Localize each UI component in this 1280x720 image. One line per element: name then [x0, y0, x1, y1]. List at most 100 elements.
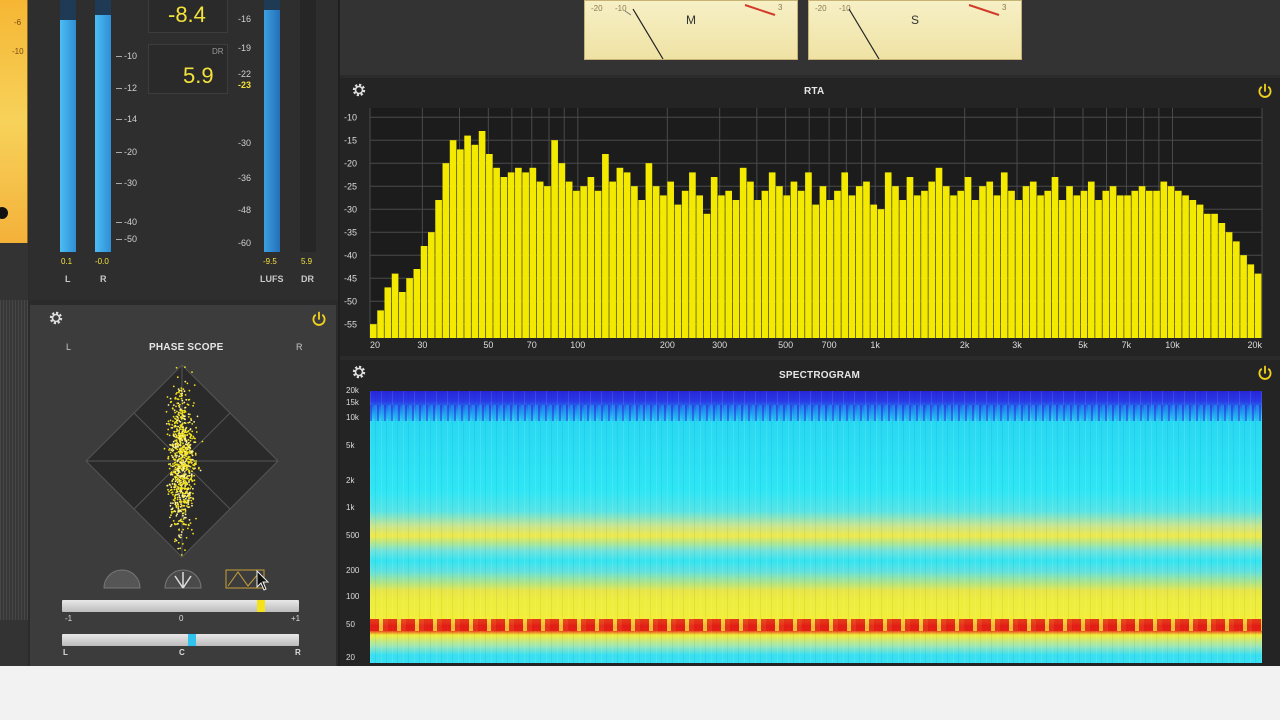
spectrogram-y-tick-label: 10k [346, 413, 359, 422]
scope-dot [192, 468, 195, 470]
rta-bar [370, 324, 377, 338]
scope-dot [188, 389, 191, 392]
scope-dot [184, 449, 186, 451]
rta-y-tick-label: -15 [344, 136, 357, 146]
left-orange-tick: -6 [14, 18, 22, 27]
scope-dot [173, 425, 176, 427]
scope-dot [176, 410, 178, 413]
right-scale-tick: -19 [238, 43, 252, 53]
correlation-scale-label: +1 [291, 614, 301, 623]
scope-dot [184, 460, 187, 463]
rta-bar [638, 200, 645, 338]
scope-dot [184, 513, 187, 516]
scope-dot [183, 444, 185, 447]
rta-y-tick-label: -40 [344, 251, 357, 261]
balance-scale-label: R [295, 648, 301, 657]
scope-dot [187, 503, 190, 506]
scope-dot [176, 452, 178, 454]
scope-dot [165, 410, 168, 413]
scope-dot [185, 483, 188, 486]
scope-dot [178, 406, 181, 408]
rta-bar [667, 181, 674, 338]
scope-dot [168, 434, 171, 437]
scope-dot [176, 402, 179, 405]
scope-dot [187, 461, 190, 464]
scope-dot [180, 397, 183, 400]
rta-bar [515, 167, 522, 338]
left-scale-tick: -50 [124, 234, 138, 244]
scope-dot [168, 449, 170, 451]
rta-bar [522, 172, 529, 338]
rta-bar [1218, 223, 1226, 338]
scope-dot [183, 471, 186, 473]
scope-dot [177, 511, 179, 513]
rta-bar [1102, 190, 1110, 338]
scope-dot [184, 485, 187, 488]
scope-dot [190, 417, 192, 420]
scope-mode-polar-button[interactable] [163, 566, 203, 590]
scope-mode-dots-button[interactable] [102, 566, 142, 590]
scope-dot [178, 495, 181, 497]
scope-dot [192, 464, 194, 466]
rta-bar [616, 167, 624, 338]
rta-bar [950, 195, 957, 338]
right-scale-tick: -60 [238, 238, 252, 248]
rta-x-tick-label: 3k [1012, 340, 1022, 350]
rta-bar [652, 186, 660, 338]
scope-dot [182, 543, 184, 545]
rta-bar [1109, 186, 1117, 338]
scope-dot [191, 371, 193, 373]
phase-power-icon[interactable] [310, 310, 328, 328]
scope-dot [176, 448, 179, 451]
scope-dot [198, 466, 200, 469]
scope-dot [177, 541, 180, 544]
rta-chart: -10 -15 -20 -25 -30 -35 -40 -45 -50 -55 20 30 50 70 10… [344, 108, 1263, 350]
scope-dot [178, 486, 180, 489]
scope-dot [174, 411, 176, 414]
rta-bar [428, 232, 435, 338]
rta-gear-icon[interactable] [351, 82, 367, 98]
scope-dot [174, 486, 176, 489]
rta-bar [1015, 200, 1023, 338]
scope-dot [191, 437, 193, 440]
rta-x-tick-label: 500 [778, 340, 793, 350]
rta-bar [1131, 190, 1139, 338]
spectrogram-gear-icon[interactable] [351, 364, 367, 380]
scope-dot [176, 398, 179, 400]
scope-dot [176, 485, 179, 488]
spectrogram-y-tick-label: 2k [346, 476, 355, 485]
scope-dot [180, 468, 183, 471]
rta-bar [942, 186, 950, 338]
scope-dot [192, 487, 194, 490]
phase-gear-icon[interactable] [48, 310, 64, 326]
scope-dot [190, 450, 192, 453]
spectrogram-power-icon[interactable] [1256, 364, 1274, 382]
scope-dot [182, 504, 185, 507]
scope-dot [173, 471, 176, 474]
rta-x-tick-label: 200 [660, 340, 675, 350]
scope-dot [169, 525, 172, 528]
rta-bar [826, 200, 834, 338]
rta-x-tick-label: 10k [1165, 340, 1180, 350]
scope-dot [178, 444, 181, 447]
scope-dot [186, 482, 188, 485]
scope-dot [188, 450, 191, 453]
scope-dot [185, 523, 187, 526]
scope-dot [174, 497, 177, 499]
scope-dot [184, 454, 186, 457]
peak-L-value: 0.1 [61, 257, 73, 266]
scope-dot [189, 413, 191, 416]
rta-bar [413, 269, 421, 338]
scope-dot [174, 475, 177, 478]
phase-L-label: L [66, 342, 72, 352]
scope-dot [188, 495, 190, 498]
scope-dot [176, 454, 178, 457]
scope-dot [178, 432, 181, 434]
rta-bar [768, 172, 776, 338]
scope-dot [185, 398, 188, 401]
scope-dot [193, 402, 195, 404]
rta-bar [529, 167, 537, 338]
scope-dot [186, 499, 189, 502]
right-scale-tick: -23 [238, 80, 252, 90]
scope-dot [169, 516, 171, 519]
